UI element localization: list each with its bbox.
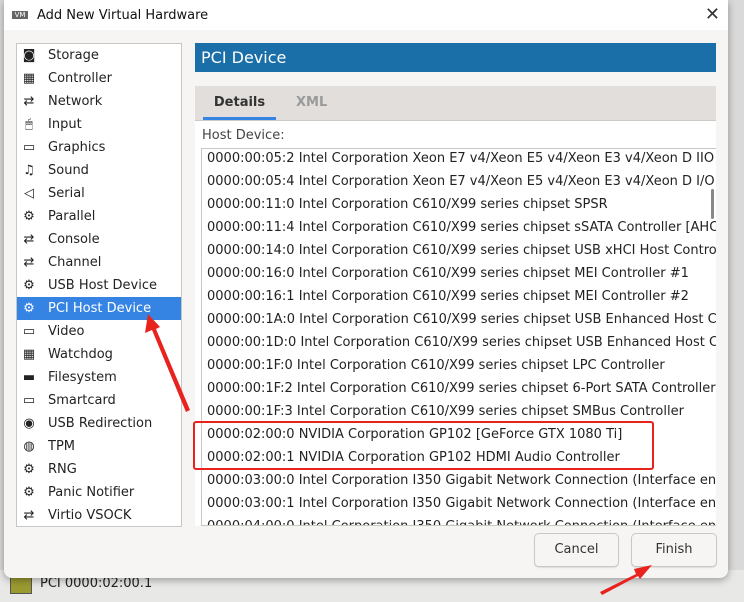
arrow-to-finish <box>600 565 652 595</box>
annotation-arrows <box>145 314 652 595</box>
arrow-to-pci <box>145 314 190 412</box>
